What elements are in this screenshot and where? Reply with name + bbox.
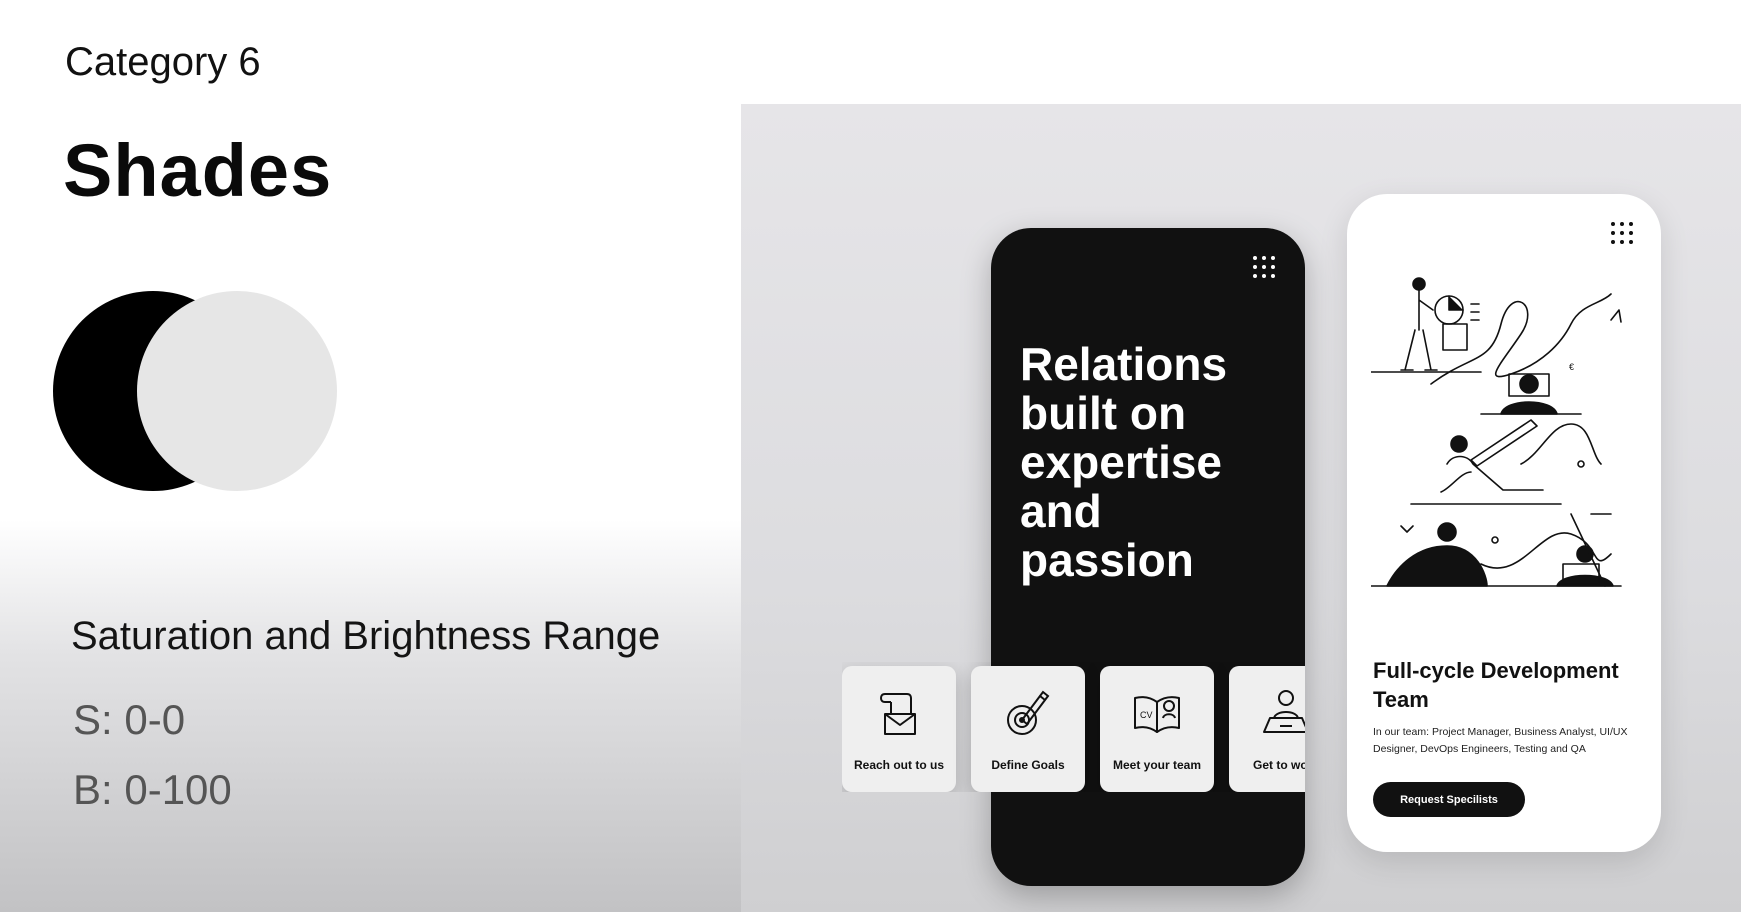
svg-text:€: € — [1569, 362, 1574, 372]
light-swatch — [137, 291, 337, 491]
category-label: Category 6 — [65, 40, 261, 84]
team-illustration: € — [1371, 277, 1622, 587]
cv-book-icon: CV — [1134, 696, 1180, 733]
step-card-meet-team[interactable]: CV Meet your team — [1100, 666, 1214, 792]
laptop-person-icon — [1263, 690, 1305, 733]
target-pencil-icon — [1007, 690, 1050, 735]
step-card-label: Reach out to us — [853, 758, 944, 772]
step-card-label: Define Goals — [991, 758, 1065, 772]
range-heading: Saturation and Brightness Range — [71, 614, 661, 658]
team-description: In our team: Project Manager, Business A… — [1373, 726, 1628, 755]
info-panel: Category 6 Shades Saturation and Brightn… — [0, 0, 741, 912]
steps-cards: Reach out to us Define Goals CV Meet you… — [842, 662, 1305, 792]
request-specialists-button[interactable]: Request Specilists — [1373, 782, 1525, 817]
saturation-range: S: 0-0 — [73, 696, 186, 743]
grid-dots-icon[interactable] — [1611, 222, 1633, 244]
step-card-get-to-work[interactable]: Get to work — [1229, 666, 1305, 792]
page-title: Shades — [63, 129, 333, 212]
mockup-showcase: Relations built on expertise and passion… — [741, 104, 1741, 912]
step-card-reach-out[interactable]: Reach out to us — [842, 666, 956, 792]
step-card-define-goals[interactable]: Define Goals — [971, 666, 1085, 792]
hero-headline: Relations built on expertise and passion — [1020, 338, 1228, 586]
step-card-label: Meet your team — [1112, 758, 1202, 772]
svg-text:CV: CV — [1140, 710, 1153, 720]
step-card-label: Get to work — [1252, 758, 1305, 772]
phone-light-mockup: € Full-cycle Development Team In our tea… — [1347, 194, 1661, 852]
grid-dots-icon[interactable] — [1253, 256, 1275, 278]
brightness-range: B: 0-100 — [73, 766, 232, 813]
team-title: Full-cycle Development Team — [1373, 658, 1619, 712]
envelope-scroll-icon — [880, 693, 916, 735]
